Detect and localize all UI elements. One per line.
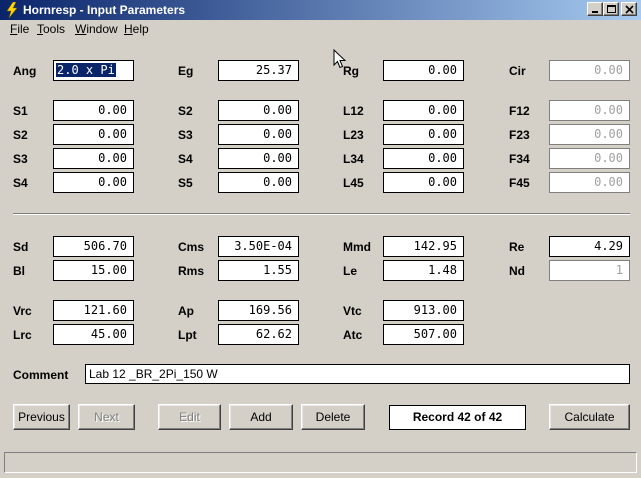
previous-button[interactable]: Previous [13, 404, 70, 430]
label-mmd: Mmd [343, 240, 371, 254]
label-l12: L12 [343, 104, 364, 118]
input-rms[interactable]: 1.55 [218, 260, 299, 281]
calculate-button[interactable]: Calculate [549, 404, 630, 430]
label-atc: Atc [343, 328, 363, 342]
input-vtc[interactable]: 913.00 [383, 300, 464, 321]
section-divider [13, 213, 630, 215]
input-s5[interactable]: 0.00 [218, 172, 299, 193]
input-f23: 0.00 [549, 124, 630, 145]
input-f45: 0.00 [549, 172, 630, 193]
comment-input[interactable]: Lab 12 _BR_2Pi_150 W [85, 364, 630, 384]
label-ap: Ap [178, 304, 194, 318]
minimize-button[interactable] [587, 2, 603, 16]
add-button[interactable]: Add [229, 404, 293, 430]
label-bl: Bl [13, 264, 25, 278]
label-cms: Cms [178, 240, 205, 254]
label-s4-col2: S4 [178, 152, 193, 166]
label-l23: L23 [343, 128, 364, 142]
label-f12: F12 [509, 104, 530, 118]
input-lpt[interactable]: 62.62 [218, 324, 299, 345]
input-s2-col2[interactable]: 0.00 [218, 100, 299, 121]
label-nd: Nd [509, 264, 525, 278]
input-s3[interactable]: 0.00 [53, 148, 134, 169]
mouse-pointer-icon [333, 49, 347, 69]
label-f23: F23 [509, 128, 530, 142]
label-re: Re [509, 240, 525, 254]
input-l34[interactable]: 0.00 [383, 148, 464, 169]
input-s1[interactable]: 0.00 [53, 100, 134, 121]
window-title: Hornresp - Input Parameters [23, 3, 186, 17]
input-cms[interactable]: 3.50E-04 [218, 236, 299, 257]
input-bl[interactable]: 15.00 [53, 260, 134, 281]
label-sd: Sd [13, 240, 29, 254]
input-rg[interactable]: 0.00 [383, 60, 464, 81]
close-button[interactable] [621, 2, 637, 16]
status-bar [4, 452, 637, 473]
input-f34: 0.00 [549, 148, 630, 169]
next-button[interactable]: Next [78, 404, 135, 430]
menu-bar: File Tools Window Help [0, 20, 641, 38]
input-s4[interactable]: 0.00 [53, 172, 134, 193]
input-ang[interactable]: 2.0 x Pi [53, 60, 134, 81]
minimize-icon [592, 11, 598, 13]
label-s2: S2 [13, 128, 28, 142]
input-s4-col2[interactable]: 0.00 [218, 148, 299, 169]
input-l23[interactable]: 0.00 [383, 124, 464, 145]
menu-window[interactable]: Window [75, 22, 118, 36]
input-lrc[interactable]: 45.00 [53, 324, 134, 345]
label-f45: F45 [509, 176, 530, 190]
input-nd: 1 [549, 260, 630, 281]
input-sd[interactable]: 506.70 [53, 236, 134, 257]
label-s5: S5 [178, 176, 193, 190]
input-l12[interactable]: 0.00 [383, 100, 464, 121]
input-eg[interactable]: 25.37 [218, 60, 299, 81]
input-re[interactable]: 4.29 [549, 236, 630, 257]
input-atc[interactable]: 507.00 [383, 324, 464, 345]
input-ang-value: 2.0 x Pi [55, 62, 117, 78]
label-lrc: Lrc [13, 328, 32, 342]
hornresp-app-icon [6, 2, 18, 18]
menu-file[interactable]: File [10, 22, 29, 36]
label-vtc: Vtc [343, 304, 362, 318]
delete-button[interactable]: Delete [301, 404, 365, 430]
menu-help[interactable]: Help [124, 22, 149, 36]
label-cir: Cir [509, 64, 526, 78]
maximize-icon [607, 5, 616, 13]
label-ang: Ang [13, 64, 37, 78]
label-s3: S3 [13, 152, 28, 166]
input-vrc[interactable]: 121.60 [53, 300, 134, 321]
menu-tools[interactable]: Tools [37, 22, 65, 36]
input-mmd[interactable]: 142.95 [383, 236, 464, 257]
close-icon [625, 5, 634, 14]
label-eg: Eg [178, 64, 194, 78]
input-le[interactable]: 1.48 [383, 260, 464, 281]
label-rms: Rms [178, 264, 205, 278]
label-f34: F34 [509, 152, 530, 166]
label-comment: Comment [13, 368, 69, 382]
input-s2[interactable]: 0.00 [53, 124, 134, 145]
label-le: Le [343, 264, 358, 278]
label-s4: S4 [13, 176, 28, 190]
record-indicator: Record 42 of 42 [389, 405, 526, 430]
label-s3-col2: S3 [178, 128, 193, 142]
title-bar: Hornresp - Input Parameters [0, 0, 641, 20]
label-lpt: Lpt [178, 328, 197, 342]
label-s2-col2: S2 [178, 104, 193, 118]
label-l34: L34 [343, 152, 364, 166]
input-f12: 0.00 [549, 100, 630, 121]
edit-button[interactable]: Edit [158, 404, 221, 430]
label-l45: L45 [343, 176, 364, 190]
input-cir: 0.00 [549, 60, 630, 81]
input-ap[interactable]: 169.56 [218, 300, 299, 321]
label-s1: S1 [13, 104, 28, 118]
input-s3-col2[interactable]: 0.00 [218, 124, 299, 145]
label-vrc: Vrc [13, 304, 32, 318]
input-l45[interactable]: 0.00 [383, 172, 464, 193]
maximize-button[interactable] [603, 2, 619, 16]
